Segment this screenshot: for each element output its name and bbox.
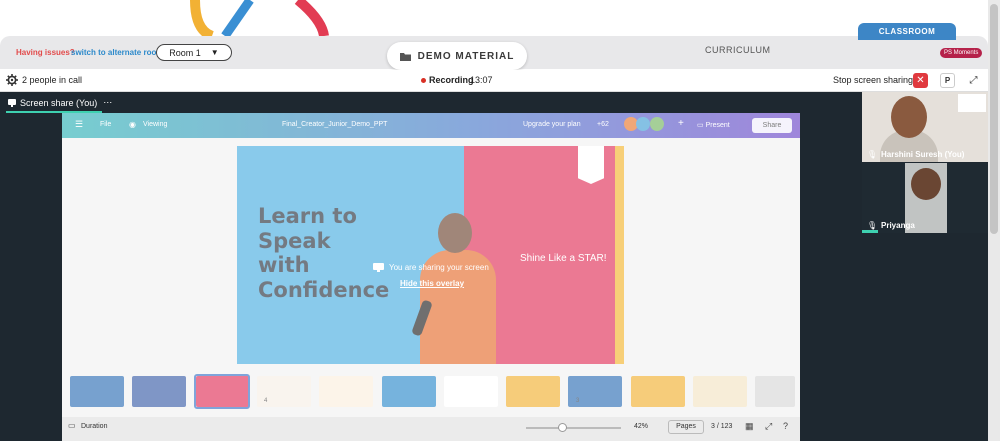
screen-share-label: Screen share (You) <box>20 97 98 108</box>
microphone-icon: 🎙 <box>867 150 878 159</box>
pages-button[interactable]: Pages <box>668 420 704 434</box>
room-select[interactable]: Room 1 ▼ <box>156 44 232 61</box>
tab-classroom[interactable]: CLASSROOM <box>858 23 956 40</box>
top-header <box>0 0 1000 36</box>
pages-label: Pages <box>676 423 696 430</box>
screen-share-icon <box>8 98 16 107</box>
participant-background-card <box>958 94 986 112</box>
zoom-level: 42% <box>634 423 649 430</box>
duration-button[interactable]: Duration <box>81 423 107 430</box>
gear-icon[interactable] <box>6 74 18 86</box>
caret-down-icon: ▼ <box>210 48 219 57</box>
tab-demo-material-label: DEMO MATERIAL <box>417 50 515 62</box>
more-icon[interactable]: ⋯ <box>103 97 112 108</box>
microphone-icon: 🎙 <box>867 221 878 230</box>
audio-level-indicator <box>862 230 878 233</box>
tab-demo-material[interactable]: DEMO MATERIAL <box>387 42 527 70</box>
hide-overlay-link[interactable]: Hide this overlay <box>400 279 464 288</box>
timer-icon: ▭ <box>68 421 76 430</box>
close-icon: ✕ <box>916 75 925 86</box>
tab-curriculum[interactable]: CURRICULUM <box>705 45 771 55</box>
brand-logo-arcs <box>190 0 329 36</box>
recording-label: Recording <box>429 75 474 85</box>
sharing-overlay-message: You are sharing your screen <box>373 263 489 272</box>
stop-sharing-label[interactable]: Stop screen sharing <box>833 75 913 85</box>
zoom-slider[interactable] <box>526 427 621 429</box>
screen-share-tab[interactable]: Screen share (You) ⋯ <box>8 97 112 108</box>
screen-share-icon <box>373 263 384 272</box>
expand-icon[interactable]: ⤢ <box>966 73 981 88</box>
fullscreen-icon[interactable]: ⤢ <box>765 421 772 432</box>
recording-dot-icon <box>421 78 426 83</box>
people-count: 2 people in call <box>22 75 83 85</box>
recording-time: 13:07 <box>470 75 493 85</box>
participant-name: Harshini Suresh (You) <box>881 150 965 159</box>
page-indicator: 3 / 123 <box>711 423 733 430</box>
room-select-value: Room 1 <box>169 47 201 58</box>
sharing-overlay <box>62 113 800 441</box>
zoom-slider-handle[interactable] <box>558 423 567 432</box>
pin-button[interactable]: P <box>940 73 955 88</box>
participant-avatar <box>891 96 927 138</box>
participant-avatar <box>911 168 941 200</box>
alternate-room-link[interactable]: switch to alternate room <box>71 48 163 57</box>
grid-view-icon[interactable]: ▦ <box>745 421 754 432</box>
issues-text: Having issues? <box>16 48 75 57</box>
help-icon[interactable]: ? <box>783 421 788 431</box>
stop-sharing-button[interactable]: ✕ <box>913 73 928 88</box>
folder-icon <box>399 52 411 61</box>
sharing-overlay-text: You are sharing your screen <box>389 263 489 272</box>
moments-badge-label: PS Moments <box>944 50 979 56</box>
participant-name: Priyanga <box>881 221 915 230</box>
moments-badge[interactable]: PS Moments <box>940 48 983 58</box>
scrollbar-thumb[interactable] <box>990 4 998 234</box>
